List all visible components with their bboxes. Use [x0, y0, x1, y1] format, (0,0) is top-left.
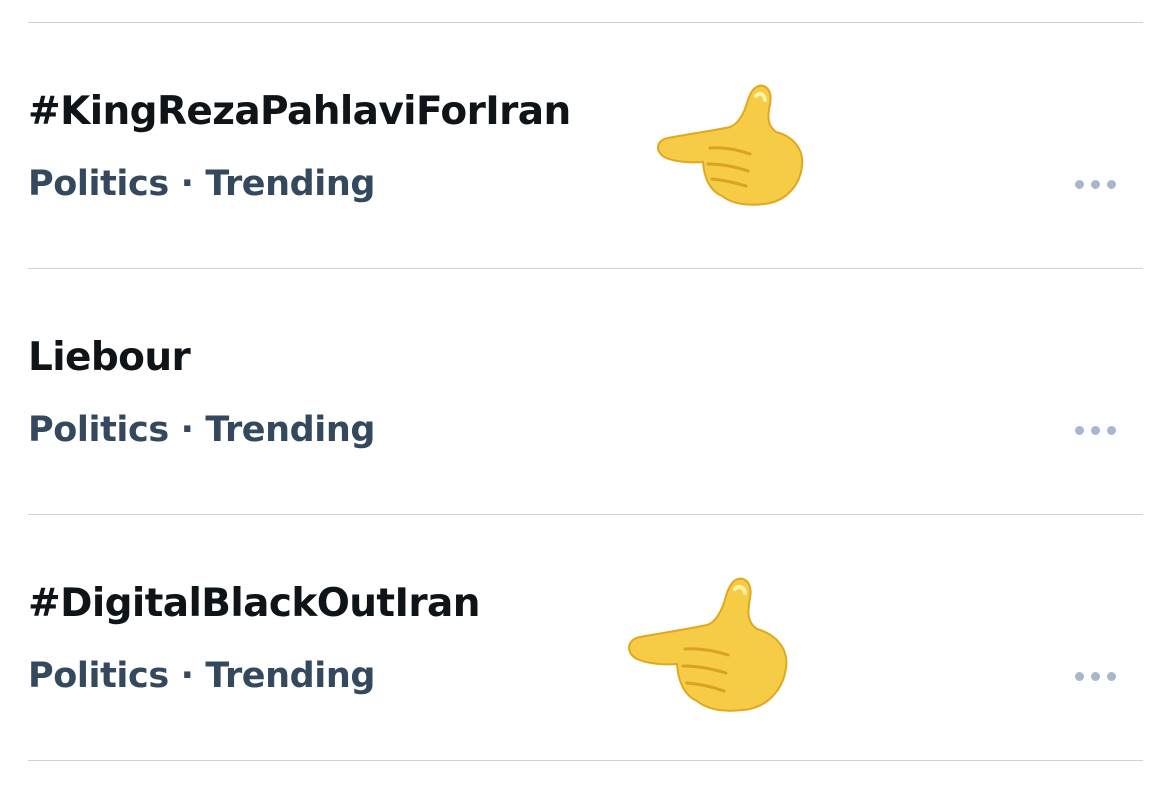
- trend-meta: Politics · Trending: [28, 413, 375, 448]
- more-options-button[interactable]: [1066, 415, 1124, 445]
- more-options-button[interactable]: [1066, 169, 1124, 199]
- trend-title: Liebour: [28, 335, 191, 380]
- trend-separator: ·: [180, 164, 194, 204]
- ellipsis-icon: [1074, 425, 1084, 435]
- ellipsis-icon: [1074, 179, 1084, 189]
- more-options-button[interactable]: [1066, 661, 1124, 691]
- trend-status: Trending: [205, 656, 376, 696]
- trend-category: Politics: [28, 164, 169, 204]
- trend-item[interactable]: Liebour Politics · Trending: [0, 269, 1170, 515]
- ellipsis-icon: [1106, 179, 1116, 189]
- trend-meta: Politics · Trending: [28, 659, 375, 694]
- trend-meta: Politics · Trending: [28, 167, 375, 202]
- trend-separator: ·: [180, 656, 194, 696]
- trend-item[interactable]: #DigitalBlackOutIran Politics · Trending: [0, 515, 1170, 761]
- backhand-index-pointing-left-icon: [657, 84, 804, 206]
- trend-status: Trending: [205, 164, 376, 204]
- backhand-index-pointing-left-icon: [628, 577, 788, 712]
- ellipsis-icon: [1090, 179, 1100, 189]
- trend-category: Politics: [28, 410, 169, 450]
- ellipsis-icon: [1106, 671, 1116, 681]
- trend-status: Trending: [205, 410, 376, 450]
- trend-item[interactable]: #KingRezaPahlaviForIran Politics · Trend…: [0, 23, 1170, 269]
- ellipsis-icon: [1074, 671, 1084, 681]
- trend-title: #DigitalBlackOutIran: [28, 581, 480, 626]
- trend-separator: ·: [180, 410, 194, 450]
- trend-title: #KingRezaPahlaviForIran: [28, 89, 571, 134]
- ellipsis-icon: [1090, 671, 1100, 681]
- ellipsis-icon: [1106, 425, 1116, 435]
- trend-category: Politics: [28, 656, 169, 696]
- ellipsis-icon: [1090, 425, 1100, 435]
